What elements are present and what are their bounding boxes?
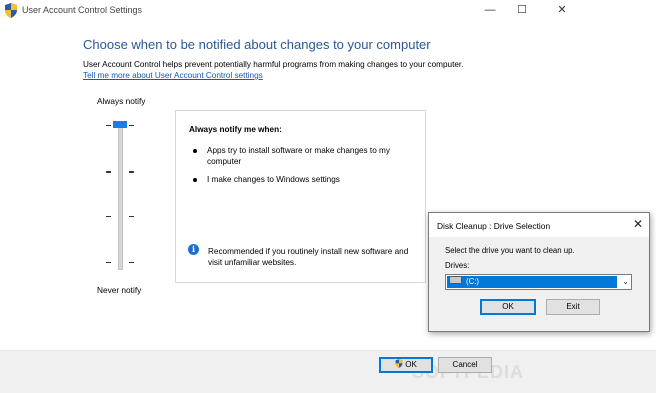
chevron-down-icon[interactable]: ⌄: [622, 276, 629, 288]
disk-cleanup-dialog: Disk Cleanup : Drive Selection ✕ Select …: [428, 212, 650, 332]
panel-heading: Always notify me when:: [189, 125, 282, 134]
ok-button-label: OK: [405, 360, 417, 369]
bullet-item: I make changes to Windows settings: [207, 175, 340, 184]
cancel-button[interactable]: Cancel: [438, 357, 492, 373]
bullet-item: Apps try to install software or make cha…: [207, 146, 390, 166]
minimize-button[interactable]: —: [480, 2, 500, 18]
slider-bottom-label: Never notify: [97, 285, 142, 295]
close-button[interactable]: ✕: [552, 2, 572, 18]
notification-slider-thumb[interactable]: [113, 121, 127, 128]
uac-titlebar[interactable]: User Account Control Settings — ☐ ✕: [0, 0, 656, 20]
level-description-panel: Always notify me when: Apps try to insta…: [175, 110, 426, 283]
slider-tick: [129, 171, 134, 173]
maximize-button[interactable]: ☐: [512, 2, 532, 18]
selected-drive: (C:): [466, 277, 479, 286]
info-icon: i: [188, 244, 199, 255]
slider-tick: [106, 171, 111, 173]
dialog-titlebar[interactable]: Disk Cleanup : Drive Selection ✕: [429, 213, 649, 237]
uac-shield-icon: [395, 359, 403, 368]
slider-tick: [106, 262, 111, 263]
recommendation-text: Recommended if you routinely install new…: [208, 247, 409, 267]
dialog-ok-button[interactable]: OK: [480, 299, 536, 315]
learn-more-link[interactable]: Tell me more about User Account Control …: [83, 71, 263, 80]
slider-tick: [106, 125, 111, 126]
dialog-title: Disk Cleanup : Drive Selection: [437, 221, 551, 231]
ok-button[interactable]: OK: [379, 357, 433, 373]
notification-slider-track[interactable]: [118, 122, 123, 270]
uac-description: User Account Control helps prevent poten…: [83, 60, 464, 69]
drive-select[interactable]: (C:) ⌄: [445, 274, 632, 290]
dialog-close-button[interactable]: ✕: [633, 217, 643, 231]
hard-drive-icon: [449, 276, 462, 284]
slider-top-label: Always notify: [97, 96, 146, 106]
bullet-dot: [193, 149, 197, 153]
slider-tick: [129, 262, 134, 263]
slider-tick: [106, 216, 111, 217]
page-title: Choose when to be notified about changes…: [83, 37, 431, 52]
dialog-prompt: Select the drive you want to clean up.: [445, 246, 575, 255]
dialog-exit-button[interactable]: Exit: [546, 299, 600, 315]
uac-settings-window: User Account Control Settings — ☐ ✕ Choo…: [0, 0, 656, 393]
bullet-dot: [193, 178, 197, 182]
dialog-footer: [0, 350, 656, 393]
window-title: User Account Control Settings: [22, 5, 143, 15]
drives-label: Drives:: [445, 261, 470, 270]
uac-shield-icon: [5, 3, 17, 18]
drive-select-value: (C:): [447, 276, 617, 288]
slider-tick: [129, 216, 134, 217]
slider-tick: [129, 125, 134, 126]
